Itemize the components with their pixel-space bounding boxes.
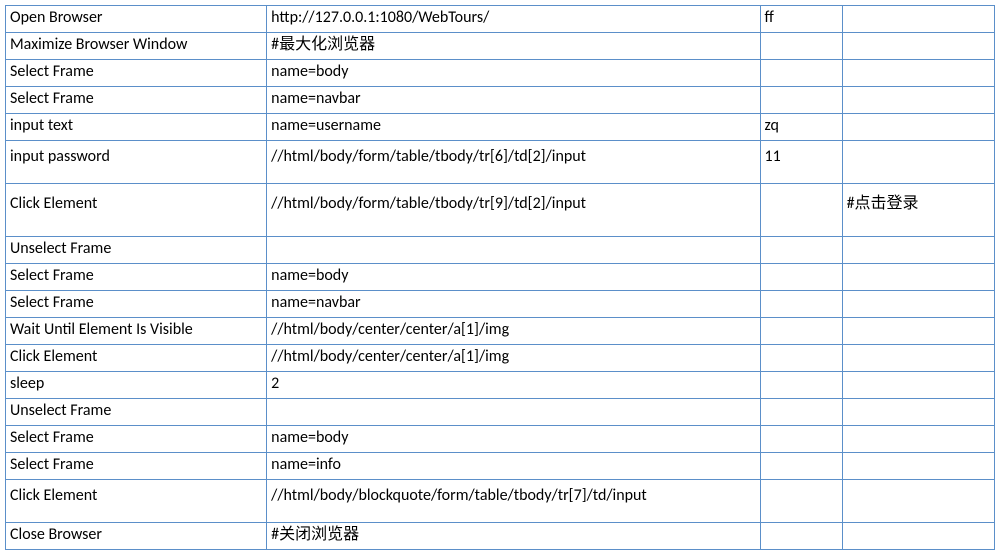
cell: sleep — [6, 372, 267, 399]
cell — [842, 114, 994, 141]
cell: Select Frame — [6, 453, 267, 480]
cell — [760, 60, 842, 87]
cell: Open Browser — [6, 6, 267, 33]
cell: Wait Until Element Is Visible — [6, 318, 267, 345]
cell: name=username — [267, 114, 760, 141]
cell — [842, 6, 994, 33]
cell — [842, 480, 994, 523]
cell — [267, 237, 760, 264]
cell — [842, 33, 994, 60]
cell: Click Element — [6, 184, 267, 237]
cell — [842, 264, 994, 291]
cell: name=body — [267, 60, 760, 87]
cell — [760, 426, 842, 453]
cell — [842, 372, 994, 399]
table-row: Click Element//html/body/form/table/tbod… — [6, 184, 995, 237]
table-row: Close Browser#关闭浏览器 — [6, 523, 995, 550]
cell — [842, 426, 994, 453]
cell: name=body — [267, 264, 760, 291]
cell: Click Element — [6, 345, 267, 372]
cell: Select Frame — [6, 264, 267, 291]
table-row: sleep2 — [6, 372, 995, 399]
table-row: Unselect Frame — [6, 237, 995, 264]
cell: Select Frame — [6, 426, 267, 453]
cell: ff — [760, 6, 842, 33]
robot-script-table: Open Browserhttp://127.0.0.1:1080/WebTou… — [5, 5, 995, 550]
cell — [760, 372, 842, 399]
cell — [842, 399, 994, 426]
cell — [760, 237, 842, 264]
cell — [842, 87, 994, 114]
table-row: Select Framename=body — [6, 264, 995, 291]
table-row: Unselect Frame — [6, 399, 995, 426]
cell — [842, 60, 994, 87]
cell: #最大化浏览器 — [267, 33, 760, 60]
table-row: Select Framename=info — [6, 453, 995, 480]
cell — [842, 237, 994, 264]
table-row: Click Element//html/body/blockquote/form… — [6, 480, 995, 523]
cell: input text — [6, 114, 267, 141]
table-row: Wait Until Element Is Visible//html/body… — [6, 318, 995, 345]
cell: Click Element — [6, 480, 267, 523]
cell: Unselect Frame — [6, 399, 267, 426]
cell — [842, 345, 994, 372]
cell: //html/body/center/center/a[1]/img — [267, 345, 760, 372]
cell: Close Browser — [6, 523, 267, 550]
table-row: Select Framename=body — [6, 426, 995, 453]
cell: Select Frame — [6, 60, 267, 87]
cell: name=info — [267, 453, 760, 480]
cell — [842, 318, 994, 345]
table-row: Select Framename=navbar — [6, 291, 995, 318]
cell: http://127.0.0.1:1080/WebTours/ — [267, 6, 760, 33]
cell — [760, 453, 842, 480]
cell — [842, 141, 994, 184]
cell: Select Frame — [6, 87, 267, 114]
table-row: Click Element//html/body/center/center/a… — [6, 345, 995, 372]
table-row: Select Framename=navbar — [6, 87, 995, 114]
table-row: Open Browserhttp://127.0.0.1:1080/WebTou… — [6, 6, 995, 33]
cell: name=navbar — [267, 87, 760, 114]
cell: Maximize Browser Window — [6, 33, 267, 60]
cell — [760, 345, 842, 372]
cell — [760, 399, 842, 426]
cell: #点击登录 — [842, 184, 994, 237]
cell — [842, 523, 994, 550]
cell: input password — [6, 141, 267, 184]
table-row: Select Framename=body — [6, 60, 995, 87]
cell — [760, 291, 842, 318]
cell — [267, 399, 760, 426]
cell — [760, 318, 842, 345]
cell: 2 — [267, 372, 760, 399]
cell — [760, 33, 842, 60]
cell: //html/body/form/table/tbody/tr[9]/td[2]… — [267, 184, 760, 237]
cell: 11 — [760, 141, 842, 184]
cell — [842, 453, 994, 480]
table-row: Maximize Browser Window#最大化浏览器 — [6, 33, 995, 60]
cell — [760, 87, 842, 114]
cell — [760, 523, 842, 550]
cell: Select Frame — [6, 291, 267, 318]
cell: //html/body/blockquote/form/table/tbody/… — [267, 480, 760, 523]
cell — [760, 184, 842, 237]
cell: //html/body/form/table/tbody/tr[6]/td[2]… — [267, 141, 760, 184]
cell: //html/body/center/center/a[1]/img — [267, 318, 760, 345]
table-row: input password//html/body/form/table/tbo… — [6, 141, 995, 184]
cell: Unselect Frame — [6, 237, 267, 264]
cell — [842, 291, 994, 318]
cell — [760, 480, 842, 523]
cell: #关闭浏览器 — [267, 523, 760, 550]
cell: zq — [760, 114, 842, 141]
cell: name=navbar — [267, 291, 760, 318]
table-row: input textname=usernamezq — [6, 114, 995, 141]
cell — [760, 264, 842, 291]
cell: name=body — [267, 426, 760, 453]
